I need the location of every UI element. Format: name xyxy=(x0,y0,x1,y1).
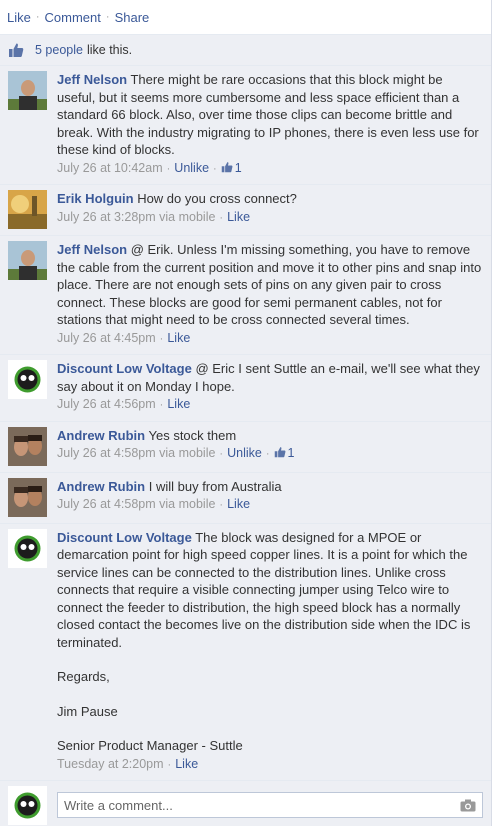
comment-meta: July 26 at 4:58pm via mobile · Like xyxy=(57,497,251,511)
comment-text: How do you cross connect? xyxy=(137,191,297,206)
comment-text: Yes stock them xyxy=(148,427,237,443)
comment-meta: July 26 at 3:28pm via mobile · Like xyxy=(57,209,251,224)
like-link[interactable]: Like xyxy=(227,497,250,511)
comment-author[interactable]: Jeff Nelson xyxy=(57,72,127,87)
avatar[interactable] xyxy=(8,477,47,517)
avatar[interactable] xyxy=(8,426,47,466)
comment-timestamp[interactable]: July 26 at 10:42am xyxy=(57,161,163,175)
comment-timestamp[interactable]: Tuesday at 2:20pm xyxy=(57,757,164,771)
comment-item: Andrew Rubin I will buy from Australia J… xyxy=(0,471,491,523)
separator: · xyxy=(105,11,110,23)
comment-meta: July 26 at 10:42am · Unlike · 1 xyxy=(57,160,242,175)
avatar[interactable] xyxy=(8,528,47,568)
comment-text: I will buy from Australia xyxy=(148,478,282,494)
comment-timestamp[interactable]: July 26 at 4:58pm via mobile xyxy=(57,446,215,460)
comment-meta: July 26 at 4:58pm via mobile · Unlike · 1 xyxy=(57,446,295,460)
comment-meta: July 26 at 4:56pm · Like xyxy=(57,397,191,411)
comment-item: Erik Holguin How do you cross connect? J… xyxy=(0,184,491,235)
like-count-link[interactable]: 1 xyxy=(235,161,242,175)
comment-author[interactable]: Jeff Nelson xyxy=(57,242,127,257)
comment-text: The block was designed for a MPOE or dem… xyxy=(57,529,471,650)
likes-suffix: like this. xyxy=(86,43,133,57)
like-link[interactable]: Like xyxy=(227,210,250,224)
camera-icon[interactable] xyxy=(460,799,476,812)
likers-link[interactable]: 5 people xyxy=(35,43,83,57)
comment-link[interactable]: Comment xyxy=(45,10,101,25)
likes-summary: 5 people like this. xyxy=(0,34,491,65)
avatar[interactable] xyxy=(8,71,47,110)
comment-item: Discount Low Voltage @ Eric I sent Suttl… xyxy=(0,354,491,421)
comment-author[interactable]: Discount Low Voltage xyxy=(57,530,192,545)
comment-input-placeholder: Write a comment... xyxy=(64,797,173,813)
comment-regards: Regards, xyxy=(57,669,110,684)
comment-author[interactable]: Andrew Rubin xyxy=(57,479,145,494)
avatar[interactable] xyxy=(8,241,47,280)
comment-timestamp[interactable]: July 26 at 3:28pm via mobile xyxy=(57,210,215,224)
like-link[interactable]: Like xyxy=(175,757,198,771)
comment-timestamp[interactable]: July 26 at 4:58pm via mobile xyxy=(57,497,215,511)
comment-timestamp[interactable]: July 26 at 4:56pm xyxy=(57,397,156,411)
comment-item: Discount Low Voltage The block was desig… xyxy=(0,522,491,781)
post-actions: Like · Comment · Share xyxy=(0,0,491,34)
share-link[interactable]: Share xyxy=(115,10,150,25)
comment-signature-name: Jim Pause xyxy=(57,703,118,719)
comments-panel: Like · Comment · Share 5 people like thi… xyxy=(0,0,492,826)
thumbs-up-icon xyxy=(274,447,285,458)
comment-author[interactable]: Andrew Rubin xyxy=(57,428,145,443)
write-comment-row: Write a comment... xyxy=(0,780,491,829)
unlike-link[interactable]: Unlike xyxy=(227,446,262,460)
comment-meta: Tuesday at 2:20pm · Like xyxy=(57,756,199,771)
like-link[interactable]: Like xyxy=(167,331,190,345)
avatar[interactable] xyxy=(8,360,47,399)
like-link[interactable]: Like xyxy=(167,397,190,411)
thumbs-up-icon xyxy=(221,161,233,172)
avatar xyxy=(8,785,47,825)
avatar[interactable] xyxy=(8,190,47,229)
comment-item: Jeff Nelson There might be rare occasion… xyxy=(0,65,491,184)
separator: · xyxy=(35,11,40,23)
comment-meta: July 26 at 4:45pm · Like xyxy=(57,330,191,345)
comment-author[interactable]: Discount Low Voltage xyxy=(57,361,192,376)
comment-item: Jeff Nelson @ Erik. Unless I'm missing s… xyxy=(0,235,491,354)
comment-signature-title: Senior Product Manager - Suttle xyxy=(57,738,243,753)
like-link[interactable]: Like xyxy=(7,10,31,25)
comment-item: Andrew Rubin Yes stock them July 26 at 4… xyxy=(0,420,491,472)
unlike-link[interactable]: Unlike xyxy=(174,161,209,175)
thumbs-up-icon xyxy=(9,43,24,57)
comment-input[interactable]: Write a comment... xyxy=(57,792,483,818)
comment-timestamp[interactable]: July 26 at 4:45pm xyxy=(57,331,156,345)
like-count-link[interactable]: 1 xyxy=(288,446,295,460)
comment-author[interactable]: Erik Holguin xyxy=(57,191,134,206)
